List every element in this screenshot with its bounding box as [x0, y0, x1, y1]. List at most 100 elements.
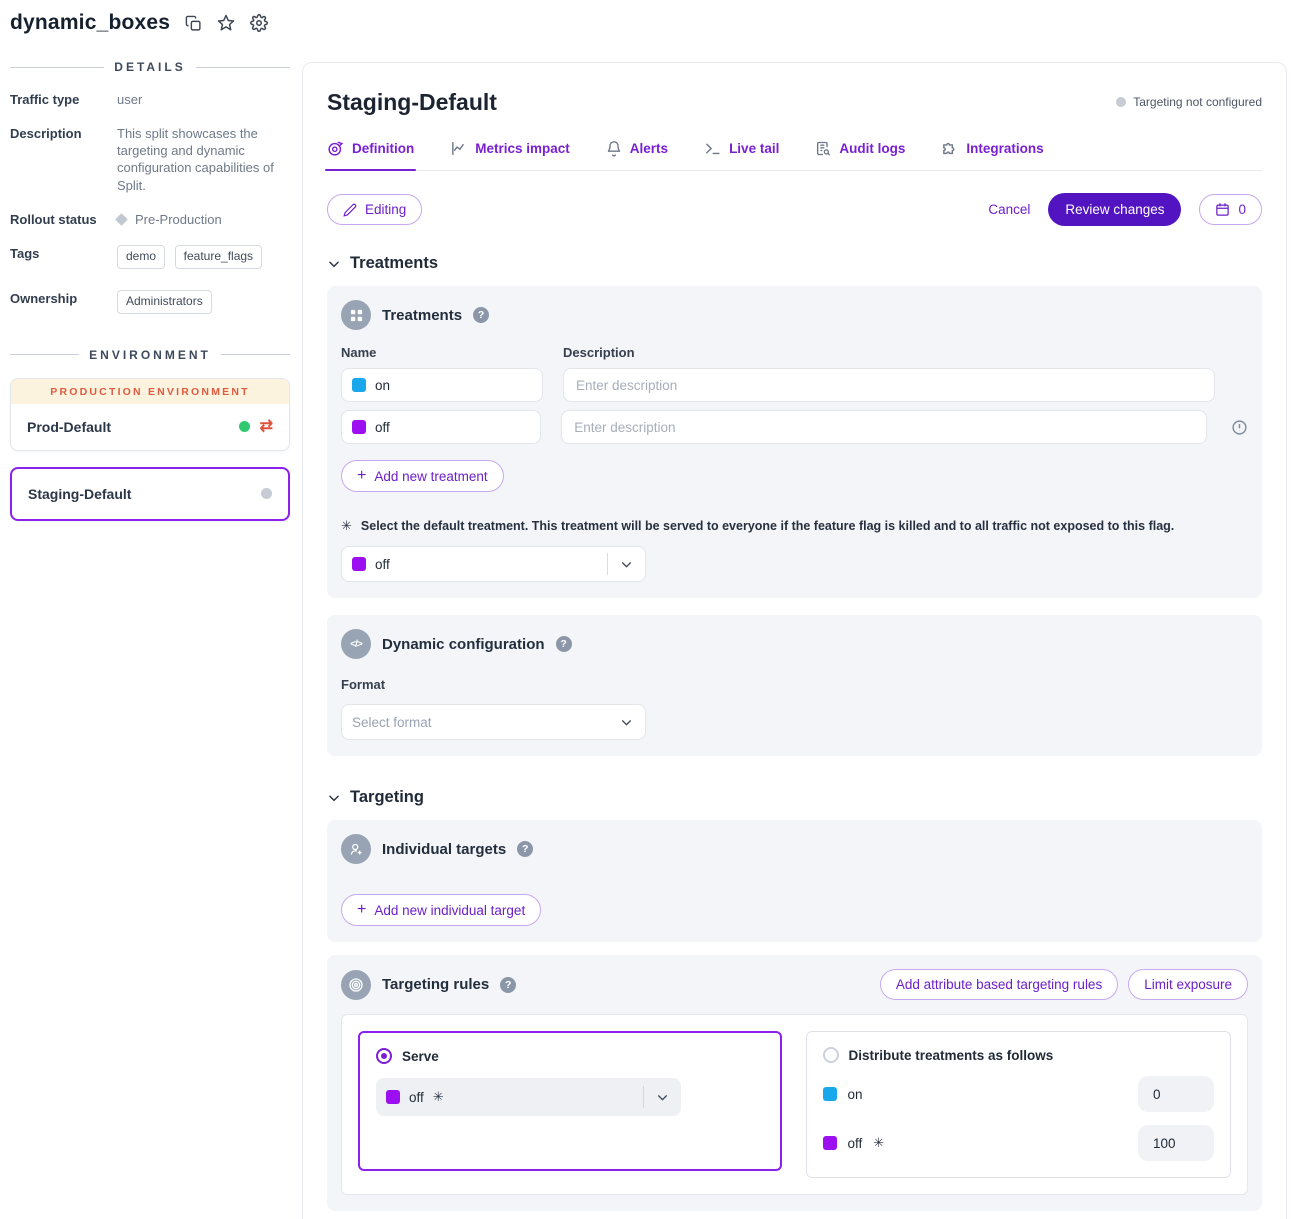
- rollout-status-value: Pre-Production: [135, 211, 222, 228]
- treatment-color-swatch-off: [352, 557, 366, 571]
- tags-label: Tags: [10, 245, 117, 273]
- serve-radio[interactable]: [376, 1048, 392, 1064]
- tag-chip[interactable]: demo: [117, 245, 165, 269]
- page-title: Staging-Default: [327, 89, 497, 116]
- treatment-description-input[interactable]: [563, 368, 1215, 402]
- treatment-color-swatch-on: [823, 1087, 837, 1101]
- treatments-card-title: Treatments: [382, 307, 462, 324]
- ownership-chip[interactable]: Administrators: [117, 290, 212, 314]
- treatment-name-input[interactable]: [341, 410, 541, 444]
- environment-card-staging[interactable]: Staging-Default: [10, 467, 290, 521]
- tab-live-tail[interactable]: Live tail: [704, 140, 779, 170]
- add-new-treatment-button[interactable]: + Add new treatment: [341, 460, 504, 492]
- help-icon[interactable]: ?: [517, 841, 533, 857]
- tab-integrations[interactable]: Integrations: [941, 140, 1043, 170]
- distribute-radio[interactable]: [823, 1047, 839, 1063]
- targeting-rule-row: Serve off ✳: [341, 1014, 1248, 1195]
- bell-icon: [606, 140, 622, 157]
- serve-option-box[interactable]: Serve off ✳: [358, 1031, 782, 1171]
- tab-audit-logs[interactable]: Audit logs: [815, 140, 905, 170]
- tab-alerts[interactable]: Alerts: [606, 140, 668, 170]
- distribute-percentage-input[interactable]: [1138, 1125, 1214, 1161]
- code-icon: </>: [341, 629, 371, 659]
- terminal-icon: [704, 140, 721, 157]
- serve-label: Serve: [402, 1049, 439, 1064]
- default-marker-icon: ✳: [341, 518, 352, 534]
- description-value: This split showcases the targeting and d…: [117, 125, 290, 194]
- definition-target-icon: [327, 140, 344, 157]
- treatment-name-field[interactable]: [375, 378, 515, 393]
- targeting-section-header[interactable]: Targeting: [327, 788, 1262, 807]
- treatment-row: [341, 410, 1248, 444]
- plus-icon: +: [357, 468, 366, 484]
- copy-icon[interactable]: [185, 15, 202, 32]
- puzzle-icon: [941, 140, 958, 157]
- review-changes-button[interactable]: Review changes: [1048, 193, 1181, 226]
- serve-treatment-select[interactable]: off ✳: [376, 1078, 681, 1116]
- treatment-name-field[interactable]: [375, 420, 515, 435]
- add-user-icon: [341, 834, 371, 864]
- help-icon[interactable]: ?: [500, 977, 516, 993]
- editing-button[interactable]: Editing: [327, 194, 422, 225]
- distribute-treatment-name: off: [848, 1136, 863, 1151]
- tab-metrics-impact[interactable]: Metrics impact: [450, 140, 570, 170]
- limit-exposure-button[interactable]: Limit exposure: [1128, 969, 1248, 1000]
- distribute-treatment-row: on: [823, 1076, 1215, 1112]
- production-banner: PRODUCTION ENVIRONMENT: [11, 379, 289, 404]
- calendar-icon: [1215, 202, 1230, 217]
- status-dot-gray: [261, 488, 272, 499]
- help-icon[interactable]: ?: [473, 307, 489, 323]
- name-column-header: Name: [341, 345, 563, 360]
- serve-treatment-value: off: [409, 1090, 424, 1105]
- individual-targets-card: Individual targets ? + Add new individua…: [327, 820, 1262, 942]
- treatment-color-swatch-off: [352, 420, 366, 434]
- rollout-status-label: Rollout status: [10, 211, 117, 228]
- status-dot-green: [239, 421, 250, 432]
- treatment-name-input[interactable]: [341, 368, 543, 402]
- default-marker-icon: ✳: [873, 1135, 884, 1151]
- chevron-down-icon: [608, 558, 645, 571]
- status-dot-gray: [1116, 97, 1126, 107]
- distribute-percentage-input[interactable]: [1138, 1076, 1214, 1112]
- help-icon[interactable]: ?: [556, 636, 572, 652]
- add-attribute-rules-button[interactable]: Add attribute based targeting rules: [880, 969, 1118, 1000]
- chevron-down-icon: [644, 1091, 681, 1104]
- swap-arrows-icon: ⇄: [260, 419, 273, 435]
- treatments-card: Treatments ? Name Description: [327, 286, 1262, 598]
- traffic-type-value: user: [117, 91, 142, 108]
- default-treatment-select[interactable]: off: [341, 546, 646, 582]
- format-label: Format: [341, 677, 1248, 692]
- chevron-down-icon: [327, 257, 341, 271]
- treatment-color-swatch-on: [352, 378, 366, 392]
- chevron-down-icon: [608, 716, 645, 729]
- treatments-section-header[interactable]: Treatments: [327, 254, 1262, 273]
- treatment-description-input[interactable]: [561, 410, 1207, 444]
- chevron-down-icon: [327, 791, 341, 805]
- scheduled-changes-button[interactable]: 0: [1199, 194, 1262, 225]
- default-treatment-note: ✳ Select the default treatment. This tre…: [341, 518, 1248, 534]
- traffic-type-row: Traffic type user: [10, 91, 290, 108]
- cancel-button[interactable]: Cancel: [988, 202, 1030, 217]
- treatment-color-swatch-off: [823, 1136, 837, 1150]
- dynamic-configuration-title: Dynamic configuration: [382, 636, 545, 653]
- flag-name-title: dynamic_boxes: [10, 11, 170, 35]
- targeting-status-badge: Targeting not configured: [1116, 95, 1262, 109]
- environment-detail-panel: Staging-Default Targeting not configured…: [302, 62, 1287, 1219]
- ownership-label: Ownership: [10, 290, 117, 318]
- details-heading: DETAILS: [10, 60, 290, 74]
- description-label: Description: [10, 125, 117, 194]
- gear-icon[interactable]: [250, 14, 268, 32]
- environment-card-prod[interactable]: PRODUCTION ENVIRONMENT Prod-Default ⇄: [10, 378, 290, 451]
- tab-definition[interactable]: Definition: [327, 140, 414, 170]
- tag-chip[interactable]: feature_flags: [175, 245, 262, 269]
- add-new-individual-target-button[interactable]: + Add new individual target: [341, 894, 541, 926]
- pencil-icon: [343, 203, 357, 217]
- plus-icon: +: [357, 902, 366, 918]
- default-marker-icon: ✳: [433, 1089, 444, 1105]
- treatment-row: [341, 368, 1248, 402]
- star-icon[interactable]: [217, 14, 235, 32]
- format-select[interactable]: Select format: [341, 704, 646, 740]
- targeting-rules-card: Targeting rules ? Add attribute based ta…: [327, 955, 1262, 1211]
- info-icon[interactable]: [1231, 419, 1248, 436]
- distribute-option-box[interactable]: Distribute treatments as follows on off: [806, 1031, 1232, 1178]
